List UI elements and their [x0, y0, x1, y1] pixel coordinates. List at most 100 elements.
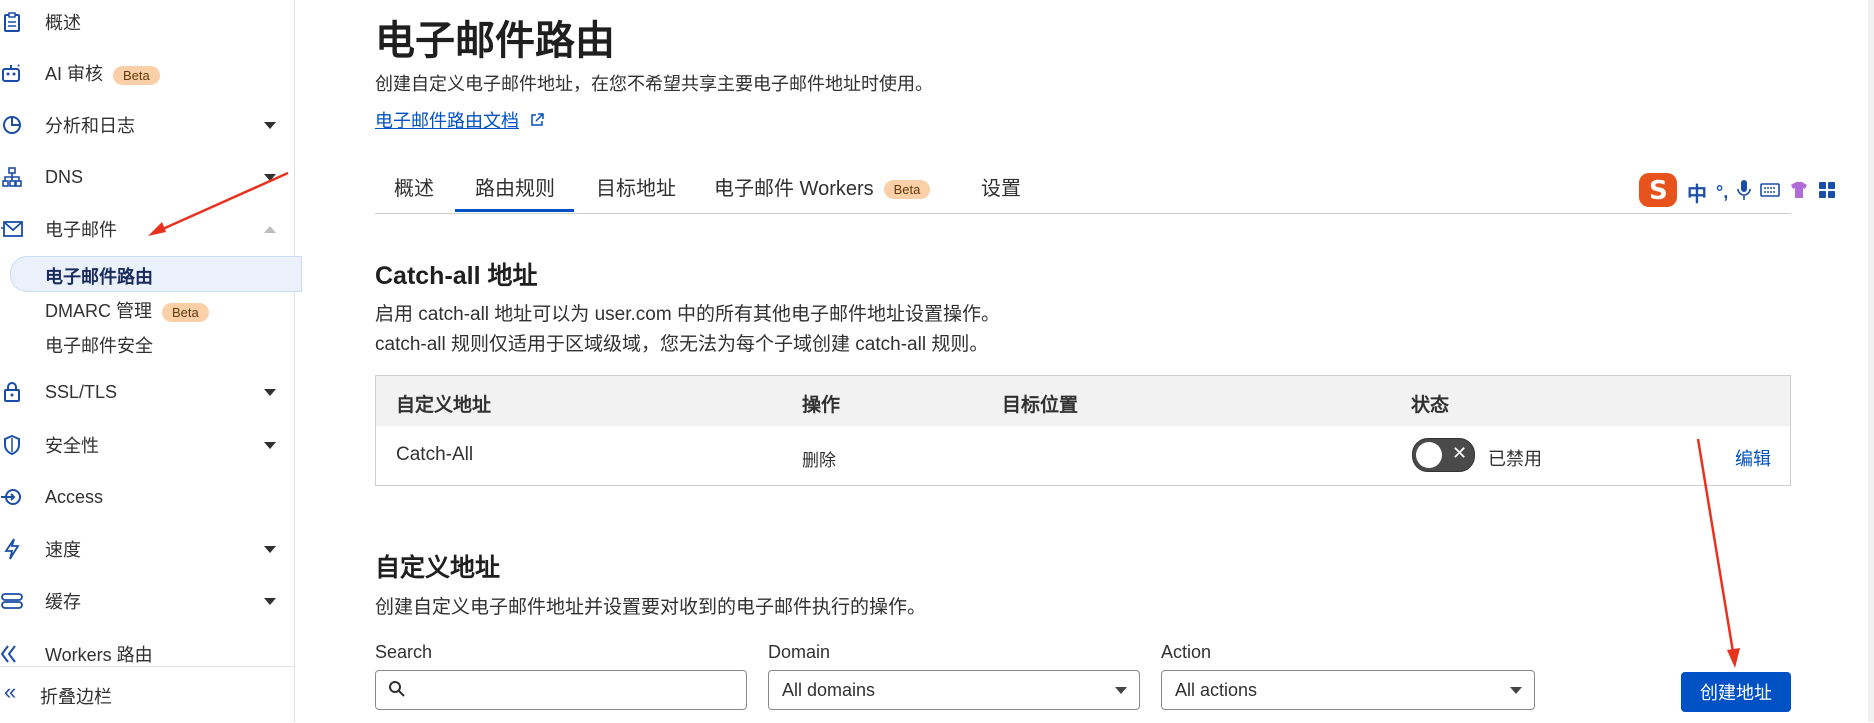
domain-value: All domains	[782, 680, 876, 700]
sidebar-subitem-email-security[interactable]: 电子邮件安全	[45, 332, 153, 358]
svg-text:S: S	[1649, 176, 1668, 206]
shield-icon	[0, 433, 24, 457]
sidebar-item-label: 概述	[45, 13, 81, 33]
sidebar-item-cache[interactable]: 缓存	[0, 581, 294, 621]
database-icon	[0, 589, 24, 613]
bolt-icon	[0, 537, 24, 561]
sidebar-item-label: 电子邮件	[45, 220, 117, 240]
catchall-description-2: catch-all 规则仅适用于区域级域，您无法为每个子域创建 catch-al…	[375, 334, 989, 355]
close-icon: ✕	[1452, 443, 1468, 463]
action-select[interactable]: All actions	[1161, 670, 1535, 710]
beta-badge: Beta	[113, 65, 160, 85]
chevron-down-icon[interactable]	[264, 173, 276, 181]
catchall-description-1: 启用 catch-all 地址可以为 user.com 中的所有其他电子邮件地址…	[375, 304, 1000, 325]
domain-label: Domain	[768, 642, 831, 662]
chevron-down-icon	[1115, 687, 1127, 694]
chevron-down-icon[interactable]	[264, 441, 276, 449]
clipboard-icon	[0, 10, 24, 34]
tab-overview[interactable]: 概述	[394, 172, 434, 201]
sidebar-item-label: Workers 路由	[45, 645, 153, 665]
sidebar-item-label: Access	[45, 486, 104, 507]
sidebar-item-analytics[interactable]: 分析和日志	[0, 105, 294, 145]
beta-badge: Beta	[883, 180, 931, 200]
tab-routing-rules[interactable]: 路由规则	[475, 172, 555, 201]
search-label: Search	[375, 642, 433, 662]
chevron-down-icon[interactable]	[264, 121, 276, 129]
access-icon	[0, 485, 24, 509]
sidebar-item-security[interactable]: 安全性	[0, 425, 294, 465]
sidebar-item-access[interactable]: Access	[0, 477, 294, 517]
action-label: Action	[1161, 642, 1212, 662]
column-header-status: 状态	[1411, 395, 1450, 416]
ime-language-toggle[interactable]: 中	[1687, 178, 1707, 207]
sidebar-subitem-email-routing[interactable]: 电子邮件路由	[45, 263, 153, 289]
catchall-toggle[interactable]: ✕	[1412, 438, 1475, 472]
sidebar-item-email[interactable]: 电子邮件	[0, 209, 294, 249]
chevron-down-icon[interactable]	[264, 597, 276, 605]
tab-settings[interactable]: 设置	[981, 172, 1021, 201]
sidebar: 概述 * AI 审核 Beta 分析和日志 DNS 电子邮件 电子邮件路由 DMA…	[0, 0, 302, 723]
robot-icon: *	[0, 61, 24, 85]
docs-link[interactable]: 电子邮件路由文档	[375, 107, 544, 133]
chart-pie-icon	[0, 113, 24, 137]
sidebar-item-label: SSL/TLS	[45, 381, 118, 402]
sidebar-item-speed[interactable]: 速度	[0, 529, 294, 569]
microphone-icon[interactable]	[1737, 179, 1752, 206]
sidebar-item-label: 分析和日志	[45, 116, 135, 136]
sidebar-subitem-dmarc[interactable]: DMARC 管理 Beta	[45, 297, 209, 323]
chevron-down-icon[interactable]	[264, 388, 276, 396]
scrollbar[interactable]	[1868, 0, 1874, 722]
external-link-icon	[530, 111, 544, 132]
annotation-arrowhead-create	[1727, 648, 1740, 668]
double-chevron-left-icon: «	[4, 679, 17, 704]
sogou-logo-icon[interactable]: S	[1638, 172, 1678, 213]
catchall-title: Catch-all 地址	[375, 262, 538, 290]
row-action: 删除	[802, 451, 836, 470]
sitemap-icon	[0, 165, 24, 189]
row-status-label: 已禁用	[1488, 449, 1542, 469]
row-address: Catch-All	[396, 444, 474, 465]
tab-destination-addresses[interactable]: 目标地址	[596, 172, 676, 201]
domain-select[interactable]: All domains	[768, 670, 1140, 710]
sidebar-item-ssl[interactable]: SSL/TLS	[0, 372, 294, 412]
sidebar-item-label: 安全性	[45, 436, 99, 456]
active-tab-indicator	[455, 209, 574, 212]
sidebar-item-label: 缓存	[45, 592, 81, 612]
keyboard-icon[interactable]	[1760, 182, 1781, 203]
tab-label: 电子邮件 Workers	[714, 178, 874, 200]
custom-title: 自定义地址	[375, 554, 501, 582]
action-value: All actions	[1175, 680, 1258, 700]
workers-icon	[0, 642, 24, 666]
page-description: 创建自定义电子邮件地址，在您不希望共享主要电子邮件地址时使用。	[375, 74, 933, 94]
create-address-button[interactable]: 创建地址	[1681, 672, 1791, 712]
ime-punctuation-toggle[interactable]: °,	[1716, 182, 1728, 203]
chevron-up-icon[interactable]	[264, 225, 276, 233]
search-input[interactable]	[375, 670, 747, 710]
sidebar-item-ai-review[interactable]: * AI 审核 Beta	[0, 53, 294, 93]
sidebar-subitem-label: DMARC 管理	[45, 301, 152, 321]
tab-email-workers[interactable]: 电子邮件 Workers Beta	[714, 172, 931, 201]
ime-toolbar: S 中 °,	[1638, 172, 1874, 212]
docs-link-label: 电子邮件路由文档	[375, 111, 519, 131]
mail-icon	[0, 217, 24, 241]
sidebar-item-dns[interactable]: DNS	[0, 157, 294, 197]
column-header-action: 操作	[802, 395, 841, 416]
column-header-destination: 目标位置	[1002, 395, 1079, 416]
sidebar-item-label: AI 审核	[45, 64, 104, 84]
svg-text:*: *	[17, 63, 20, 72]
tab-bar: 概述 路由规则 目标地址 电子邮件 Workers Beta 设置	[375, 160, 1791, 214]
search-icon	[388, 680, 406, 703]
catchall-table: 自定义地址 操作 目标位置 状态 Catch-All 删除 已禁用 编辑	[375, 375, 1791, 486]
skin-icon[interactable]	[1789, 181, 1809, 204]
chevron-down-icon[interactable]	[264, 545, 276, 553]
edit-link[interactable]: 编辑	[1735, 445, 1771, 471]
table-header: 自定义地址 操作 目标位置 状态	[376, 376, 1790, 426]
grid-icon[interactable]	[1818, 181, 1836, 204]
collapse-sidebar[interactable]: « 折叠边栏	[0, 666, 294, 723]
collapse-sidebar-label: 折叠边栏	[40, 687, 112, 707]
page-title: 电子邮件路由	[375, 19, 615, 63]
sidebar-item-overview[interactable]: 概述	[0, 2, 294, 42]
lock-icon	[0, 380, 24, 404]
chevron-down-icon	[1510, 687, 1522, 694]
custom-description: 创建自定义电子邮件地址并设置要对收到的电子邮件执行的操作。	[375, 597, 927, 618]
